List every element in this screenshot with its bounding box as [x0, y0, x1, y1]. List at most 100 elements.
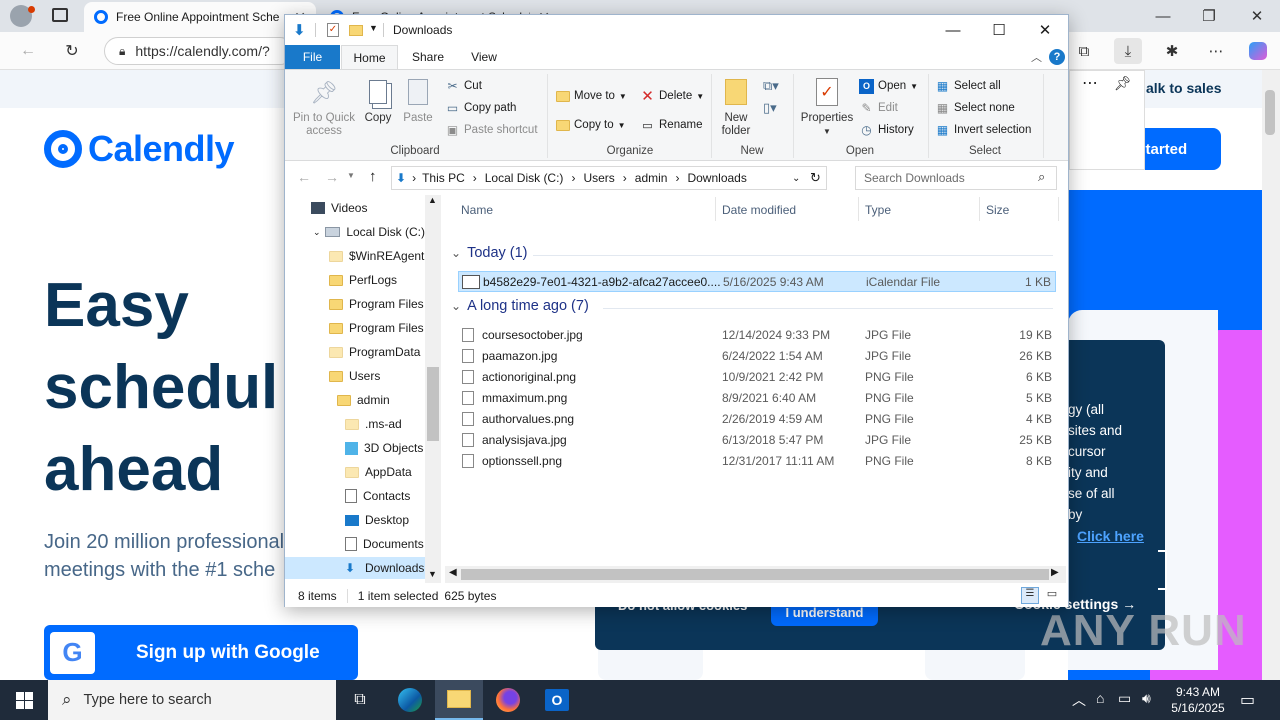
nav-item[interactable]: Videos — [285, 197, 425, 219]
path-crumb[interactable]: Local Disk (C:) — [485, 171, 564, 185]
scroll-down-icon[interactable]: ▼ — [428, 569, 437, 579]
tab-actions-icon[interactable] — [52, 8, 68, 22]
large-icons-view-icon[interactable]: ▭ — [1043, 587, 1061, 604]
edit-button[interactable]: ✎ Edit — [859, 98, 897, 118]
task-view-button[interactable]: ⧉ — [336, 680, 384, 720]
help-icon[interactable]: ? — [1049, 49, 1065, 65]
start-button[interactable] — [0, 680, 48, 720]
tab-home[interactable]: Home — [341, 45, 398, 69]
page-scrollbar-thumb[interactable] — [1265, 90, 1275, 135]
pin-icon[interactable]: 📌︎ — [1114, 75, 1132, 92]
file-row[interactable]: actionoriginal.png 10/9/2021 2:42 PM PNG F… — [458, 366, 1056, 387]
nav-item[interactable]: Users — [285, 365, 425, 387]
scroll-left-icon[interactable]: ◀ — [449, 567, 457, 578]
nav-item[interactable]: Local Disk (C:) ⌄ — [285, 221, 425, 243]
explorer-minimize-button[interactable]: — — [930, 15, 976, 45]
browser-close-button[interactable]: ✕ — [1234, 0, 1280, 32]
browser-tab-1[interactable]: Free Online Appointment Sche ✕ — [84, 2, 316, 32]
download-icon[interactable]: ⤓ — [1114, 38, 1142, 64]
up-arrow-icon[interactable]: ↑ — [369, 168, 377, 185]
properties-button[interactable]: ✓ Properties ▼ — [799, 76, 855, 138]
paste-button[interactable]: Paste — [401, 76, 435, 125]
file-row[interactable]: mmaximum.png 8/9/2021 6:40 AM PNG File 5 KB — [458, 387, 1056, 408]
taskbar-file-explorer[interactable] — [435, 680, 483, 720]
group-header[interactable]: ⌄ Today (1) — [451, 245, 528, 261]
delete-button[interactable]: ✕ Delete ▼ — [640, 86, 704, 106]
explorer-maximize-button[interactable]: ☐ — [976, 15, 1022, 45]
nav-item[interactable]: Documents — [285, 533, 425, 555]
copy-path-button[interactable]: ▭ Copy path — [445, 98, 517, 118]
cookie-click-here-link[interactable]: Click here — [1077, 528, 1144, 544]
nav-item[interactable]: 3D Objects — [285, 437, 425, 459]
nav-item[interactable]: admin — [285, 389, 425, 411]
taskbar-clock[interactable]: 9:43 AM 5/16/2025 — [1160, 684, 1236, 716]
nav-item[interactable]: ProgramData — [285, 341, 425, 363]
history-button[interactable]: ◷ History — [859, 120, 914, 140]
nav-item[interactable]: PerfLogs — [285, 269, 425, 291]
file-row[interactable]: coursesoctober.jpg 12/14/2024 9:33 PM JPG … — [458, 324, 1056, 345]
talk-to-sales-link[interactable]: alk to sales — [1146, 80, 1222, 96]
forward-arrow-icon[interactable]: → — [325, 169, 339, 185]
column-header-type[interactable]: Type — [865, 203, 891, 217]
browser-restore-button[interactable]: ❐ — [1186, 0, 1232, 32]
move-to-button[interactable]: Move to ▼ — [555, 86, 627, 106]
invert-selection-button[interactable]: ▦ Invert selection — [935, 120, 1032, 140]
nav-item[interactable]: Desktop — [285, 509, 425, 531]
favorites-icon[interactable]: ⧉ — [1070, 38, 1098, 64]
easy-access-icon[interactable]: ▯▾ — [763, 100, 777, 116]
show-hidden-icons-icon[interactable]: ︿ — [1072, 690, 1086, 710]
taskbar-edge[interactable] — [386, 680, 434, 720]
flyout-more-icon[interactable]: ⋯ — [1082, 73, 1098, 93]
scroll-up-icon[interactable]: ▲ — [428, 195, 437, 205]
path-refresh-icon[interactable]: ↻ — [810, 170, 821, 186]
cut-button[interactable]: ✂ Cut — [445, 76, 481, 96]
nav-item[interactable]: ⬇ Downloads — [285, 557, 425, 579]
path-crumb[interactable]: Downloads — [687, 171, 746, 185]
collapse-ribbon-icon[interactable]: ︿ — [1031, 49, 1042, 65]
copy-button[interactable]: Copy — [361, 76, 395, 125]
select-all-button[interactable]: ▦ Select all — [935, 76, 1001, 96]
search-downloads-input[interactable]: Search Downloads ⌕ — [855, 166, 1057, 190]
column-header-size[interactable]: Size — [986, 203, 1009, 217]
nav-item[interactable]: Contacts — [285, 485, 425, 507]
select-none-button[interactable]: ▦ Select none — [935, 98, 1015, 118]
quick-access-download-icon[interactable]: ⬇ — [293, 21, 306, 39]
back-arrow-icon[interactable]: ← — [297, 169, 311, 185]
volume-icon[interactable]: 🔊︎ — [1142, 690, 1151, 707]
paste-shortcut-button[interactable]: ▣ Paste shortcut — [445, 120, 538, 140]
group-header[interactable]: ⌄ A long time ago (7) — [451, 298, 589, 314]
taskbar-outlook[interactable]: O — [533, 680, 581, 720]
file-row[interactable]: optionssell.png 12/31/2017 11:11 AM PNG Fi… — [458, 450, 1056, 471]
new-item-icon[interactable]: ⧉▾ — [763, 78, 779, 94]
notifications-icon[interactable]: ▭ — [1240, 690, 1255, 710]
url-field[interactable]: 🔒︎ https://calendly.com/? — [104, 37, 294, 65]
file-row[interactable]: paamazon.jpg 6/24/2022 1:54 AM JPG File 26 … — [458, 345, 1056, 366]
page-scrollbar[interactable] — [1262, 70, 1280, 680]
file-row[interactable]: b4582e29-7e01-4321-a9b2-afca27accee0....… — [458, 271, 1056, 292]
taskbar-firefox[interactable] — [484, 680, 532, 720]
new-folder-icon[interactable] — [349, 25, 363, 36]
path-crumb[interactable]: Users — [583, 171, 614, 185]
nav-pane-scroll-thumb[interactable] — [427, 367, 439, 441]
path-dropdown-icon[interactable]: ⌄ — [792, 173, 800, 184]
details-view-icon[interactable]: ☰ — [1021, 587, 1039, 604]
address-path[interactable]: ⬇ › This PC › Local Disk (C:) › Users › … — [391, 166, 827, 190]
nav-item[interactable]: .ms-ad — [285, 413, 425, 435]
column-header-name[interactable]: Name — [461, 203, 493, 217]
nav-item[interactable]: Program Files — [285, 293, 425, 315]
expanded-chevron-icon[interactable]: ⌄ — [313, 227, 321, 238]
taskbar-search-box[interactable]: ⌕ Type here to search — [48, 680, 336, 720]
extensions-icon[interactable]: ✱ — [1158, 38, 1186, 64]
horizontal-scroll-thumb[interactable] — [461, 569, 1049, 580]
scroll-right-icon[interactable]: ▶ — [1051, 567, 1059, 578]
refresh-icon[interactable]: ↻ — [58, 38, 86, 64]
browser-minimize-button[interactable]: — — [1140, 0, 1186, 32]
column-header-date[interactable]: Date modified — [722, 203, 796, 217]
sign-up-google-button[interactable]: G Sign up with Google — [44, 625, 358, 680]
tab-share[interactable]: Share — [403, 45, 453, 69]
recent-locations-icon[interactable]: ▼ — [347, 171, 355, 180]
network-icon[interactable]: ▭ — [1118, 690, 1131, 707]
qat-dropdown-icon[interactable]: ▼ — [369, 23, 378, 33]
back-arrow-icon[interactable]: ← — [14, 38, 42, 64]
nav-item[interactable]: AppData — [285, 461, 425, 483]
